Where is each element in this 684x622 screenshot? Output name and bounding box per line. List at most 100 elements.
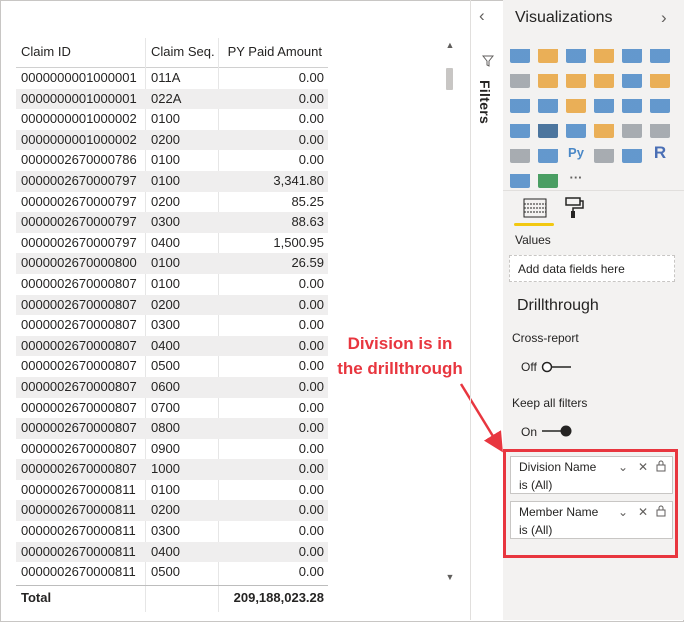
stacked-area-chart-icon[interactable] [566, 68, 586, 88]
table-row[interactable]: 0000002670000811 0300 0.00 [16, 521, 328, 542]
table-row[interactable]: 0000002670000797 0300 88.63 [16, 212, 328, 233]
cell-claim-id: 0000002670000811 [21, 523, 136, 539]
100-stacked-bar-chart-icon[interactable] [622, 43, 642, 63]
table-row[interactable]: 0000002670000807 0200 0.00 [16, 294, 328, 316]
card-icon[interactable] [622, 118, 642, 138]
matrix-icon[interactable] [622, 143, 642, 163]
table-row[interactable]: 0000002670000807 0400 0.00 [16, 335, 328, 357]
cell-claim-id: 0000002670000797 [21, 172, 137, 188]
add-data-fields-well[interactable]: Add data fields here [509, 255, 675, 282]
table-row[interactable]: 0000002670000807 0700 0.00 [16, 398, 328, 419]
table-row[interactable]: 0000002670000807 0100 0.00 [16, 274, 328, 295]
funnel-chart-icon[interactable] [566, 118, 586, 138]
cell-claim-id: 0000002670000800 [21, 255, 137, 271]
pie-chart-icon[interactable] [566, 93, 586, 113]
table-row[interactable]: 0000000001000001 022A 0.00 [16, 88, 328, 110]
ribbon-chart-icon[interactable] [650, 68, 670, 88]
total-label: Total [21, 590, 52, 605]
map-icon[interactable] [650, 93, 670, 113]
cell-claim-id: 0000002670000807 [21, 461, 137, 477]
fields-icon [523, 198, 547, 218]
cell-py-paid-amount: 0.00 [298, 131, 324, 147]
gauge-icon[interactable] [594, 118, 614, 138]
stacked-column-chart-icon[interactable] [538, 43, 558, 63]
cell-claim-id: 0000002670000811 [21, 481, 136, 497]
more-visuals-icon[interactable]: ··· [566, 168, 586, 188]
area-chart-icon[interactable] [538, 68, 558, 88]
slicer-icon[interactable] [538, 143, 558, 163]
annotation-highlight-box [503, 449, 678, 558]
annotation-line-1: Division is in [347, 334, 453, 353]
filters-pane[interactable]: ‹ Filters [470, 0, 504, 620]
table-row[interactable]: 0000002670000807 0600 0.00 [16, 376, 328, 398]
values-label: Values [515, 233, 551, 247]
filters-label[interactable]: Filters [477, 80, 493, 124]
clustered-bar-chart-icon[interactable] [566, 43, 586, 63]
multi-row-card-icon[interactable] [650, 118, 670, 138]
cell-claim-seq: 0300 [151, 523, 180, 539]
cross-report-toggle[interactable] [541, 360, 573, 374]
python-visual-icon[interactable]: Py [566, 143, 586, 163]
cell-claim-id: 0000002670000811 [21, 564, 136, 580]
arcgis-map-icon[interactable] [538, 168, 558, 188]
table-row[interactable]: 0000002670000811 0100 0.00 [16, 480, 328, 501]
table-row[interactable]: 0000000001000002 0200 0.00 [16, 129, 328, 151]
table-row[interactable]: 0000002670000811 0200 0.00 [16, 500, 328, 522]
active-tab-indicator [514, 223, 554, 226]
table-scrollbar[interactable]: ▲ ▼ [444, 38, 456, 590]
treemap-icon[interactable] [622, 93, 642, 113]
table-row[interactable]: 0000002670000807 0800 0.00 [16, 418, 328, 439]
chevron-right-icon[interactable]: › [661, 8, 667, 28]
scatter-chart-icon[interactable] [538, 93, 558, 113]
clustered-column-chart-icon[interactable] [594, 43, 614, 63]
cross-report-label: Cross-report [512, 331, 579, 345]
table-row[interactable]: 0000002670000811 0500 0.00 [16, 562, 328, 583]
r-visual-icon[interactable]: R [650, 143, 670, 163]
cell-py-paid-amount: 3,341.80 [273, 172, 324, 188]
column-header-py-paid-amount[interactable]: PY Paid Amount [224, 44, 322, 59]
kpi-icon[interactable] [510, 143, 530, 163]
table-row[interactable]: 0000002670000811 0400 0.00 [16, 541, 328, 563]
cell-claim-seq: 0200 [151, 131, 180, 147]
cell-claim-seq: 011A [151, 70, 181, 85]
scrollbar-thumb[interactable] [446, 68, 453, 90]
table-row[interactable]: 0000002670000800 0100 26.59 [16, 253, 328, 274]
chevron-left-icon[interactable]: ‹ [479, 6, 485, 26]
line-chart-icon[interactable] [510, 68, 530, 88]
scroll-down-icon[interactable]: ▼ [444, 572, 456, 582]
table-visual[interactable]: Claim ID Claim Seq. PY Paid Amount 00000… [16, 38, 456, 612]
table-row[interactable]: 0000002670000797 0100 3,341.80 [16, 170, 328, 192]
cell-py-paid-amount: 0.00 [298, 111, 324, 127]
cell-py-paid-amount: 0.00 [298, 523, 324, 539]
scroll-up-icon[interactable]: ▲ [444, 40, 456, 50]
line-and-column-chart-icon[interactable] [594, 68, 614, 88]
table-row[interactable]: 0000002670000797 0200 85.25 [16, 192, 328, 213]
cell-claim-id: 0000002670000797 [21, 234, 137, 250]
cell-py-paid-amount: 0.00 [298, 275, 324, 291]
waterfall-chart-icon[interactable] [510, 93, 530, 113]
donut-chart-icon[interactable] [594, 93, 614, 113]
table-row[interactable]: 0000000001000001 011A 0.00 [16, 68, 328, 89]
table-row[interactable]: 0000000001000002 0100 0.00 [16, 109, 328, 130]
table-row[interactable]: 0000002670000807 0500 0.00 [16, 356, 328, 377]
table-icon[interactable] [594, 143, 614, 163]
cell-claim-seq: 0100 [151, 172, 180, 188]
table-row[interactable]: 0000002670000786 0100 0.00 [16, 150, 328, 171]
table-row[interactable]: 0000002670000807 1000 0.00 [16, 459, 328, 480]
format-tab[interactable] [563, 196, 585, 220]
table-row[interactable]: 0000002670000807 0300 0.00 [16, 315, 328, 336]
keep-all-filters-toggle[interactable] [540, 424, 574, 438]
table-row[interactable]: 0000002670000797 0400 1,500.95 [16, 233, 328, 254]
key-influencers-icon[interactable] [510, 168, 530, 188]
filled-map-icon[interactable] [510, 118, 530, 138]
line-and-clustered-column-chart-icon[interactable] [622, 68, 642, 88]
stacked-bar-chart-icon[interactable] [510, 43, 530, 63]
column-header-claim-seq[interactable]: Claim Seq. [151, 44, 215, 59]
100-stacked-column-chart-icon[interactable] [650, 43, 670, 63]
column-header-claim-id[interactable]: Claim ID [21, 44, 71, 59]
cell-py-paid-amount: 85.25 [291, 193, 324, 209]
fields-tab[interactable] [522, 197, 548, 219]
shape-map-icon[interactable] [538, 118, 558, 138]
table-row[interactable]: 0000002670000807 0900 0.00 [16, 439, 328, 460]
cell-claim-id: 0000002670000807 [21, 378, 137, 394]
